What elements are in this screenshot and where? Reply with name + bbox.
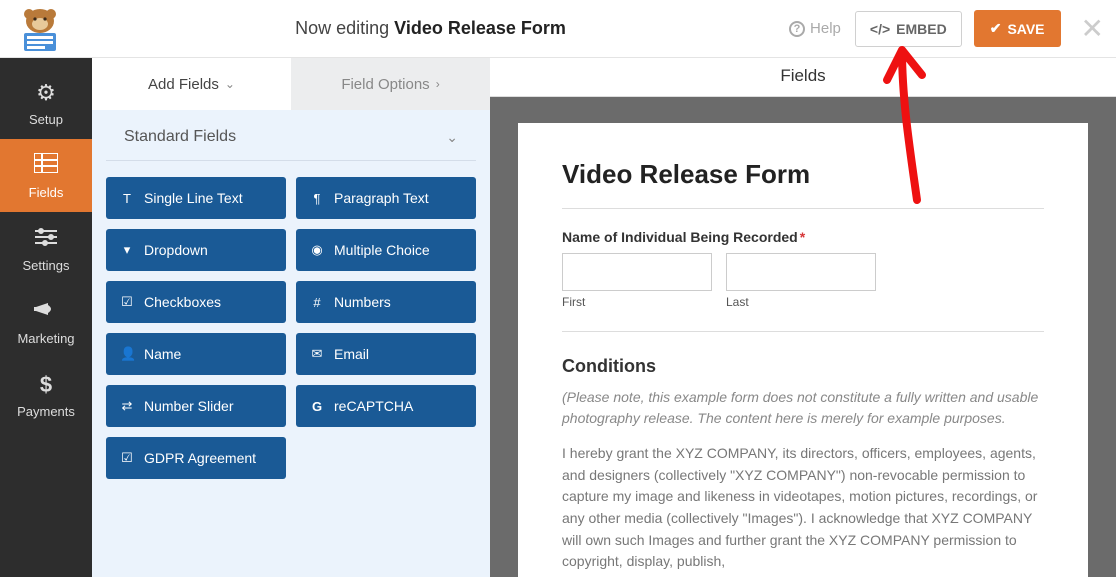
field-label: Email <box>334 346 369 362</box>
field-recaptcha[interactable]: GreCAPTCHA <box>296 385 476 427</box>
top-bar: Now editing Video Release Form ? Help </… <box>0 0 1116 58</box>
name-inputs: First Last <box>562 253 1044 309</box>
field-label: Multiple Choice <box>334 242 430 258</box>
divider <box>562 331 1044 332</box>
help-link[interactable]: ? Help <box>789 20 841 37</box>
field-label: Dropdown <box>144 242 208 258</box>
sidebar-item-marketing[interactable]: Marketing <box>0 285 92 358</box>
sidebar-item-label: Fields <box>29 185 64 200</box>
editing-form-name: Video Release Form <box>394 18 566 38</box>
check-square-icon: ☑ <box>120 450 134 466</box>
preview-canvas: Video Release Form Name of Individual Be… <box>490 97 1116 577</box>
field-multiple-choice[interactable]: ◉ Multiple Choice <box>296 229 476 271</box>
form-title: Video Release Form <box>562 159 1044 190</box>
page-title: Now editing Video Release Form <box>72 18 789 39</box>
embed-button[interactable]: </> EMBED <box>855 11 962 47</box>
close-button[interactable]: ✕ <box>1081 12 1104 45</box>
check-icon: ✔ <box>990 20 1002 37</box>
google-icon: G <box>310 399 324 414</box>
tab-label: Field Options <box>341 76 429 93</box>
field-grid: T Single Line Text ¶ Paragraph Text ▾ Dropd… <box>92 161 490 495</box>
user-icon: 👤 <box>120 346 134 362</box>
last-name-input[interactable] <box>726 253 876 291</box>
caret-square-icon: ▾ <box>120 242 134 258</box>
dollar-icon: $ <box>0 372 92 398</box>
fields-panel: Add Fields ⌄ Field Options › Standard Fi… <box>92 58 490 577</box>
field-label: Number Slider <box>144 398 233 414</box>
gear-icon: ⚙ <box>0 80 92 106</box>
field-label: GDPR Agreement <box>144 450 256 466</box>
sidebar-item-label: Marketing <box>17 331 74 346</box>
sidebar-item-label: Settings <box>23 258 70 273</box>
conditions-body: I hereby grant the XYZ COMPANY, its dire… <box>562 443 1044 573</box>
sidebar-item-settings[interactable]: Settings <box>0 212 92 285</box>
conditions-note: (Please note, this example form does not… <box>562 387 1044 429</box>
field-paragraph-text[interactable]: ¶ Paragraph Text <box>296 177 476 219</box>
chevron-down-icon: ⌄ <box>225 77 235 91</box>
field-dropdown[interactable]: ▾ Dropdown <box>106 229 286 271</box>
sidebar-item-fields[interactable]: Fields <box>0 139 92 212</box>
help-label: Help <box>810 20 841 37</box>
field-number-slider[interactable]: ⇄ Number Slider <box>106 385 286 427</box>
envelope-icon: ✉ <box>310 346 324 362</box>
conditions-title: Conditions <box>562 356 1044 377</box>
layout-icon <box>0 153 92 179</box>
field-label: Checkboxes <box>144 294 221 310</box>
save-label: SAVE <box>1007 21 1044 37</box>
text-height-icon: T <box>120 191 134 206</box>
section-title: Standard Fields <box>124 128 236 146</box>
tab-add-fields[interactable]: Add Fields ⌄ <box>92 58 291 110</box>
chevron-down-icon: ⌄ <box>446 129 458 146</box>
field-numbers[interactable]: # Numbers <box>296 281 476 323</box>
help-icon: ? <box>789 21 805 37</box>
field-name[interactable]: 👤 Name <box>106 333 286 375</box>
field-checkboxes[interactable]: ☑ Checkboxes <box>106 281 286 323</box>
editing-prefix: Now editing <box>295 18 394 38</box>
sidebar: ⚙ Setup Fields Settings Marketing $ Paym… <box>0 58 92 577</box>
sidebar-item-label: Payments <box>17 404 75 419</box>
first-sublabel: First <box>562 295 712 309</box>
required-asterisk: * <box>800 229 805 245</box>
tab-field-options[interactable]: Field Options › <box>291 58 490 110</box>
main-layout: ⚙ Setup Fields Settings Marketing $ Paym… <box>0 58 1116 577</box>
field-label: Single Line Text <box>144 190 243 206</box>
paragraph-icon: ¶ <box>310 191 324 206</box>
check-square-icon: ☑ <box>120 294 134 310</box>
field-gdpr-agreement[interactable]: ☑ GDPR Agreement <box>106 437 286 479</box>
bullhorn-icon <box>0 299 92 325</box>
sidebar-item-setup[interactable]: ⚙ Setup <box>0 66 92 139</box>
preview-area: Fields Video Release Form Name of Indivi… <box>490 58 1116 577</box>
name-field-label: Name of Individual Being Recorded* <box>562 229 1044 245</box>
sliders-h-icon: ⇄ <box>120 398 134 414</box>
panel-tabs: Add Fields ⌄ Field Options › <box>92 58 490 110</box>
embed-label: EMBED <box>896 21 947 37</box>
save-button[interactable]: ✔ SAVE <box>974 10 1061 47</box>
divider <box>562 208 1044 209</box>
chevron-right-icon: › <box>436 77 440 91</box>
app-logo <box>8 3 72 55</box>
field-email[interactable]: ✉ Email <box>296 333 476 375</box>
last-sublabel: Last <box>726 295 876 309</box>
code-icon: </> <box>870 21 890 37</box>
field-label: Name <box>144 346 181 362</box>
first-name-input[interactable] <box>562 253 712 291</box>
hash-icon: # <box>310 295 324 310</box>
field-label: Paragraph Text <box>334 190 429 206</box>
preview-header: Fields <box>490 58 1116 97</box>
section-header[interactable]: Standard Fields ⌄ <box>106 110 476 161</box>
sidebar-item-payments[interactable]: $ Payments <box>0 358 92 431</box>
tab-label: Add Fields <box>148 76 219 93</box>
sliders-icon <box>0 226 92 252</box>
field-label: Numbers <box>334 294 391 310</box>
sidebar-item-label: Setup <box>29 112 63 127</box>
field-label: reCAPTCHA <box>334 398 413 414</box>
form-card: Video Release Form Name of Individual Be… <box>518 123 1088 577</box>
dot-circle-icon: ◉ <box>310 242 324 258</box>
field-single-line-text[interactable]: T Single Line Text <box>106 177 286 219</box>
